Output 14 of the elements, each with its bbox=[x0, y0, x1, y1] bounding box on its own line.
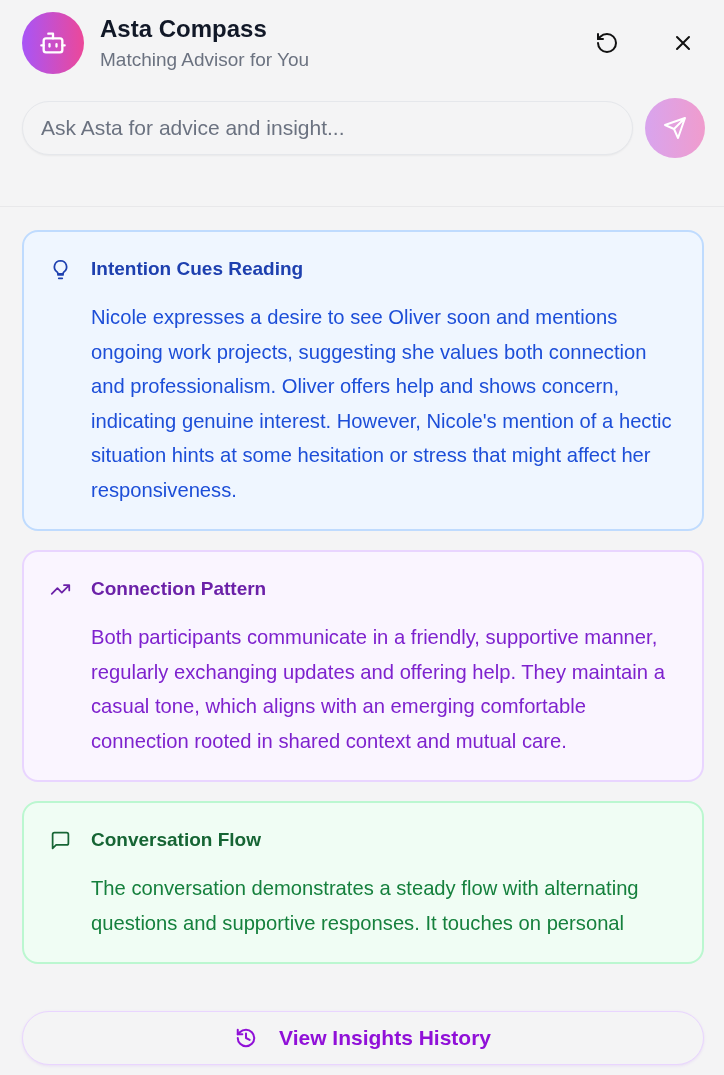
card-text: Both participants communicate in a friendly, supportive manner, regularly exchanging updates and offering help. They maintain a casual tone, which aligns with an emerging comfortable connection rooted in shared context and mutual care. bbox=[91, 625, 666, 754]
history-icon bbox=[235, 1027, 257, 1049]
ask-field[interactable]: Ask Asta for advice and insight... bbox=[22, 101, 633, 155]
send-icon bbox=[663, 116, 687, 140]
app-title: Asta Compass bbox=[100, 15, 268, 43]
app-subtitle: Matching Advisor for You bbox=[100, 49, 311, 71]
card-text: Nicole expresses a desire to see Oliver soon and mentions ongoing work projects, suggesting she values both connection and professionalism. Oliver offers help and shows concern, indicating genuine interest. However, Nicole's mention of a hectic situation hints at some hesitation or stress that might affect her responsiveness. bbox=[91, 305, 673, 503]
history-button[interactable]: View Insights History bbox=[22, 1011, 704, 1065]
chat-bubble-icon bbox=[50, 829, 71, 851]
card-title: Conversation Flow bbox=[91, 829, 261, 851]
refresh-icon bbox=[595, 31, 619, 55]
card-title: Intention Cues Reading bbox=[91, 258, 304, 280]
card-text: The conversation demonstrates a steady flow with alternating questions and supportive responses. It touches on personal bbox=[91, 876, 640, 936]
card-title: Connection Pattern bbox=[91, 578, 267, 600]
